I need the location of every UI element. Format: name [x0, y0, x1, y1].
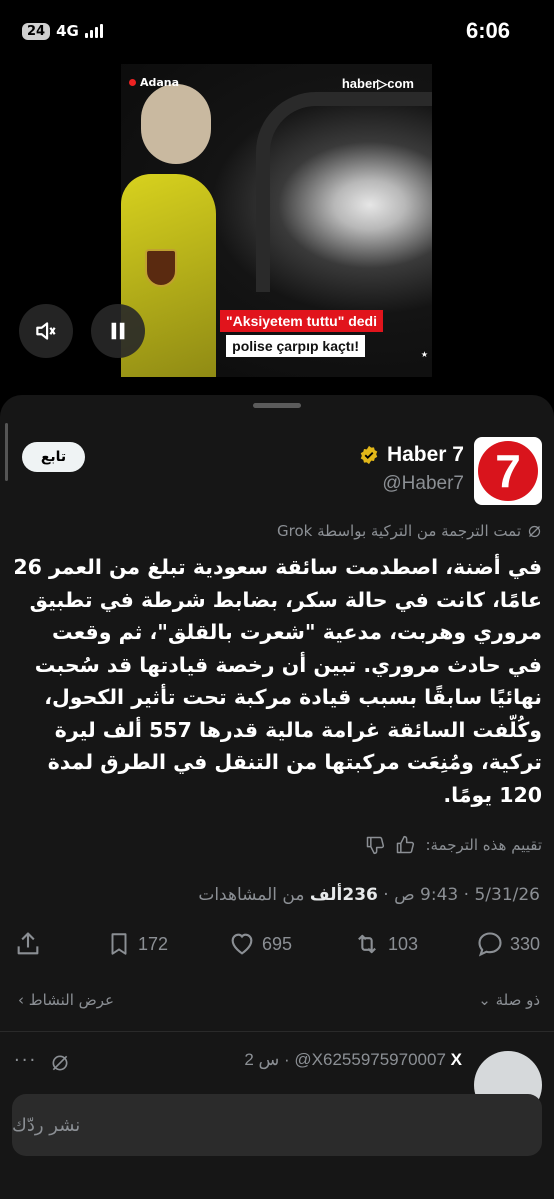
author-avatar[interactable]: 7 — [474, 437, 542, 505]
video-car-shape — [256, 92, 432, 292]
video-patch-shape — [145, 249, 177, 287]
tweet-text: في أضنة، اصطدمت سائقة سعودية تبلغ من الع… — [13, 555, 542, 807]
live-dot-icon — [129, 79, 136, 86]
views-count: 236ألف — [309, 885, 378, 905]
clock: 6:06 — [465, 18, 510, 43]
video-location-label: Adana — [140, 76, 180, 89]
reply-age: 2 س — [244, 1050, 280, 1069]
reply-sep: · — [284, 1050, 295, 1069]
translation-rating: تقييم هذه الترجمة: — [365, 835, 542, 855]
thumbs-up-icon[interactable] — [395, 835, 415, 855]
related-label: ذو صلة — [495, 991, 540, 1009]
tweet-sheet: 7 Haber 7 @Haber7 تابع تمت الترجمة من ال… — [0, 395, 554, 1199]
battery-indicator: 24 — [22, 22, 51, 40]
divider — [0, 1031, 554, 1032]
action-bar: 330 103 695 172 — [0, 926, 554, 962]
reply-header[interactable]: 2 س · @X6255975970007 X — [244, 1050, 462, 1070]
thumbs-down-icon[interactable] — [365, 835, 385, 855]
bookmark-button[interactable]: 172 — [106, 926, 168, 962]
retweet-button[interactable]: 103 — [352, 926, 418, 962]
like-count: 695 — [261, 933, 292, 954]
pause-icon — [111, 322, 125, 340]
video-player[interactable]: Adana haber▷com "Aksiyetem tuttu" dedi p… — [121, 64, 432, 377]
network-type: 4G — [56, 22, 79, 40]
author-name-row[interactable]: Haber 7 — [359, 443, 464, 467]
video-head-shape — [141, 84, 211, 164]
follow-button[interactable]: تابع — [22, 442, 85, 472]
author-handle[interactable]: @Haber7 — [382, 473, 464, 495]
heart-icon — [231, 933, 253, 955]
related-dropdown[interactable]: ذو صلة ⌄ — [478, 991, 540, 1009]
retweet-icon — [358, 934, 376, 954]
chevron-left-icon: ‹ — [18, 991, 24, 1009]
views-label: من المشاهدات — [198, 885, 305, 905]
reply-icon — [478, 932, 502, 957]
share-button[interactable] — [14, 926, 42, 962]
speaker-icon — [36, 322, 56, 340]
sheet-grabber[interactable] — [253, 403, 301, 408]
meta-sep-2: · — [377, 885, 389, 905]
reply-name: X — [450, 1050, 462, 1069]
more-options-icon[interactable]: ··· — [14, 1050, 37, 1071]
verified-badge-icon — [360, 445, 378, 465]
scroll-indicator — [5, 423, 8, 481]
signal-icon — [84, 24, 103, 38]
reply-button[interactable]: 330 — [476, 926, 540, 962]
pause-button[interactable] — [91, 304, 145, 358]
share-icon — [17, 932, 39, 955]
rate-label: تقييم هذه الترجمة: — [425, 836, 542, 854]
retweet-count: 103 — [387, 933, 418, 954]
tweet-time: 9:43 ص — [394, 885, 459, 905]
meta-sep-1: · — [458, 885, 470, 905]
bookmark-count: 172 — [137, 933, 168, 954]
mute-button[interactable] — [19, 304, 73, 358]
status-bar: 24 4G 6:06 — [0, 0, 554, 64]
activity-label: عرض النشاط — [28, 991, 114, 1009]
composer-placeholder: نشر ردّك — [12, 1114, 81, 1136]
avatar-logo: 7 — [478, 441, 538, 501]
reply-count: 330 — [509, 933, 540, 954]
tweet-date: 5/31/26 — [474, 885, 540, 905]
video-location: Adana — [129, 76, 179, 89]
author-name: Haber 7 — [386, 443, 464, 466]
translation-note-label: تمت الترجمة من التركية بواسطة Grok — [277, 522, 521, 540]
like-button[interactable]: 695 — [228, 926, 292, 962]
video-caption-line1: "Aksiyetem tuttu" dedi — [220, 310, 383, 332]
status-left: 24 4G — [22, 22, 103, 40]
reply-handle: @X6255975970007 — [294, 1050, 446, 1069]
translation-note[interactable]: تمت الترجمة من التركية بواسطة Grok — [277, 522, 542, 540]
grok-icon — [528, 525, 541, 537]
video-watermark: ★ — [420, 350, 428, 359]
tweet-meta: 5/31/26 · 9:43 ص · 236ألف من المشاهدات — [198, 885, 540, 905]
grok-icon[interactable] — [50, 1053, 70, 1073]
chevron-down-icon: ⌄ — [478, 991, 491, 1009]
view-activity-link[interactable]: ‹ عرض النشاط — [18, 991, 114, 1009]
video-brand: haber▷com — [341, 76, 414, 91]
video-caption-line2: polise çarpıp kaçtı! — [226, 335, 365, 357]
bookmark-icon — [111, 933, 127, 955]
reply-composer[interactable]: نشر ردّك — [12, 1094, 542, 1156]
